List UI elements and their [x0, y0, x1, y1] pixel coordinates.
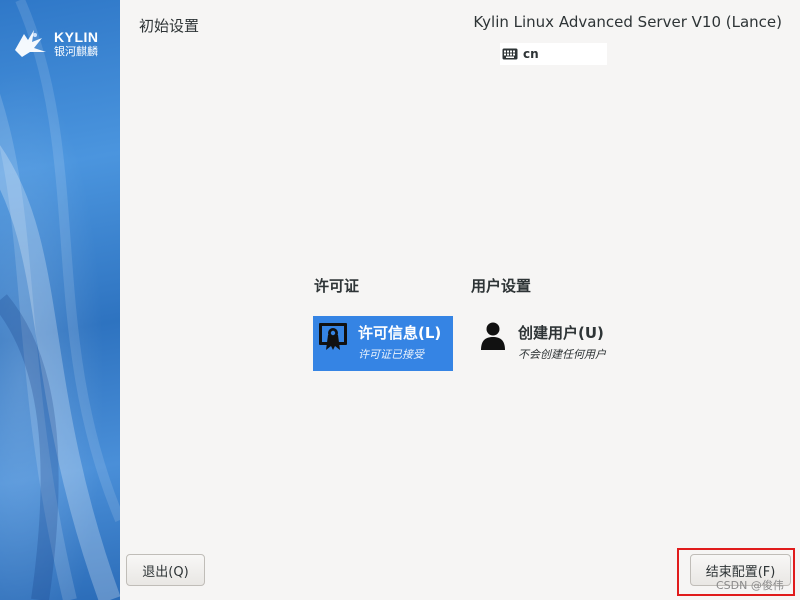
- kylin-logo: KYLIN 银河麒麟: [12, 28, 99, 58]
- branding-sidebar: KYLIN 银河麒麟: [0, 0, 120, 600]
- keyboard-layout-value: cn: [523, 47, 539, 61]
- user-spoke-label: 创建用户(U): [518, 324, 604, 342]
- sidebar-wave-art: [0, 0, 120, 600]
- license-spoke-status: 许可证已接受: [358, 348, 424, 361]
- kylin-logo-icon: [15, 30, 46, 57]
- user-spoke-status: 不会创建任何用户: [518, 348, 606, 361]
- product-name: Kylin Linux Advanced Server V10 (Lance): [473, 13, 782, 31]
- certificate-icon: [319, 323, 347, 350]
- logo-text-zh: 银河麒麟: [54, 44, 98, 58]
- section-title-license: 许可证: [314, 277, 360, 295]
- license-spoke-label: 许可信息(L): [358, 324, 442, 342]
- user-icon: [481, 322, 505, 350]
- keyboard-layout-indicator[interactable]: cn: [500, 43, 607, 65]
- page-title: 初始设置: [139, 17, 200, 35]
- create-user-spoke[interactable]: 创建用户(U) 不会创建任何用户: [473, 316, 643, 371]
- keyboard-icon: [502, 48, 518, 60]
- section-title-user-settings: 用户设置: [471, 277, 532, 295]
- quit-button[interactable]: 退出(Q): [126, 554, 205, 586]
- license-info-spoke[interactable]: 许可信息(L) 许可证已接受: [313, 316, 453, 371]
- logo-text-en: KYLIN: [54, 28, 99, 45]
- watermark: CSDN @俊伟: [716, 579, 784, 592]
